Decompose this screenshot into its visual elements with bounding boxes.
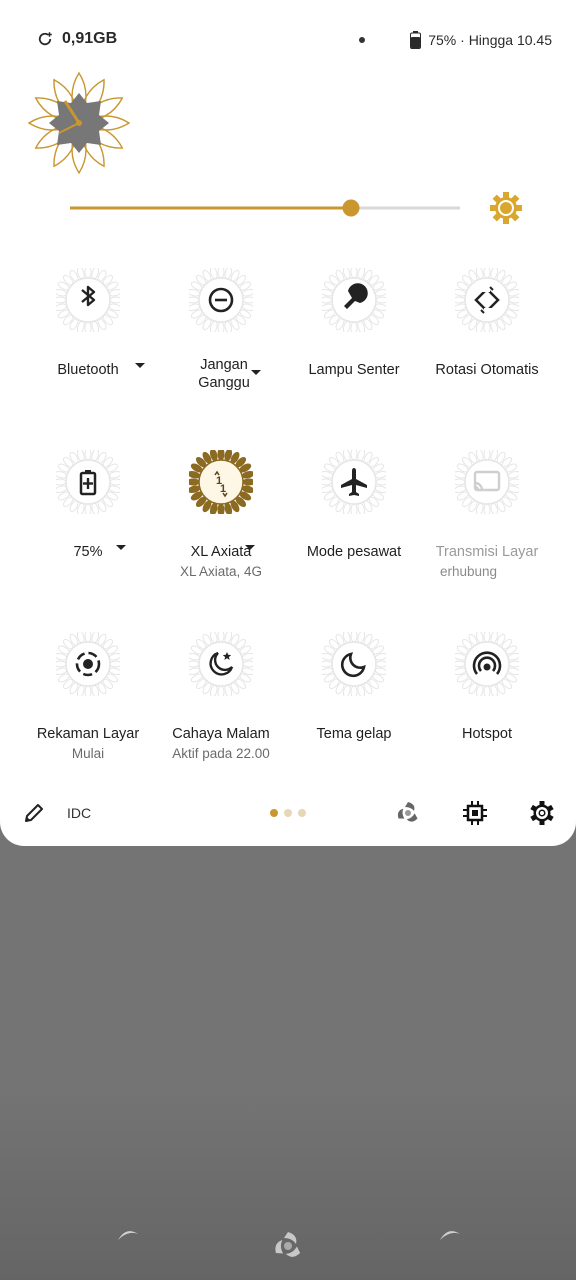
nav-recents-icon[interactable] <box>438 1228 462 1242</box>
notification-dot <box>359 37 365 43</box>
tile-label: XL Axiata <box>190 544 252 560</box>
tile-label: Rekaman Layar <box>36 726 140 742</box>
chevron-down-icon[interactable] <box>135 363 145 368</box>
tile-label: Mode pesawat <box>306 544 402 560</box>
tile-mode-pesawat[interactable]: Mode pesawat <box>288 450 420 610</box>
quick-settings-panel: 0,91GB 75% · Hingga 10.45 Bluetooth Jang… <box>0 0 576 846</box>
do-not-disturb-icon[interactable] <box>189 268 253 332</box>
tile-tema-gelap[interactable]: Tema gelap <box>288 632 420 792</box>
cast-icon[interactable] <box>455 450 519 514</box>
page-indicator-2[interactable] <box>284 809 292 817</box>
tile-hotspot[interactable]: Hotspot <box>421 632 553 792</box>
tile-label: 75% <box>73 544 103 560</box>
auto-rotate-icon[interactable] <box>455 268 519 332</box>
brightness-slider[interactable] <box>70 190 530 226</box>
tile-rotasi-otomatis[interactable]: Rotasi Otomatis <box>421 268 553 428</box>
tile-label: Rotasi Otomatis <box>435 362 539 378</box>
battery-text: 75% · Hingga 10.45 <box>428 32 552 48</box>
edit-pencil-icon[interactable] <box>22 801 46 825</box>
nav-home-icon[interactable] <box>272 1230 304 1262</box>
tile-sublabel: Aktif pada 22.00 <box>172 746 270 761</box>
flashlight-icon[interactable] <box>322 268 386 332</box>
battery-saver-icon[interactable] <box>56 450 120 514</box>
tile-sublabel: Mulai <box>71 746 105 761</box>
tile-sublabel: erhubung <box>440 564 498 579</box>
brightness-thumb[interactable] <box>342 199 360 217</box>
tile-lampu-senter[interactable]: Lampu Senter <box>288 268 420 428</box>
status-bar: 0,91GB 75% · Hingga 10.45 <box>0 22 576 58</box>
chevron-down-icon[interactable] <box>251 370 261 375</box>
tile-rekaman-layar[interactable]: Rekaman Layar Mulai <box>22 632 154 792</box>
tile-cahaya-malam[interactable]: Cahaya Malam Aktif pada 22.00 <box>155 632 287 792</box>
panel-footer: IDC <box>0 796 576 832</box>
tile-label: Lampu Senter <box>308 362 400 378</box>
swirl-logo-icon[interactable] <box>395 800 421 826</box>
tile-label: Cahaya Malam <box>172 726 270 742</box>
tile-75[interactable]: 75% <box>22 450 154 610</box>
chevron-down-icon[interactable] <box>245 545 255 550</box>
bluetooth-icon[interactable] <box>56 268 120 332</box>
tile-label: Transmisi Layar <box>435 544 539 560</box>
tile-transmisi-layar[interactable]: Transmisi Layar erhubung <box>421 450 553 610</box>
refresh-plus-icon <box>38 32 52 46</box>
battery-indicator: 75% · Hingga 10.45 <box>410 31 552 49</box>
page-indicator-1[interactable] <box>270 809 278 817</box>
tile-sublabel: XL Axiata, 4G <box>179 564 263 579</box>
storage-text: 0,91GB <box>62 30 118 47</box>
settings-gear-icon[interactable] <box>529 800 555 826</box>
chevron-down-icon[interactable] <box>116 545 126 550</box>
carrier-label: IDC <box>67 805 92 821</box>
cpu-chip-icon[interactable] <box>462 800 488 826</box>
night-light-icon[interactable] <box>189 632 253 696</box>
tile-jangan-ganggu[interactable]: Jangan Ganggu <box>155 268 287 428</box>
screen-record-icon[interactable] <box>56 632 120 696</box>
tile-label: Hotspot <box>462 726 512 742</box>
dark-theme-icon[interactable] <box>322 632 386 696</box>
page-indicator-3[interactable] <box>298 809 306 817</box>
storage-indicator: 0,91GB <box>36 30 117 48</box>
hotspot-icon[interactable] <box>455 632 519 696</box>
brightness-sun-icon[interactable] <box>490 192 522 224</box>
airplane-icon[interactable] <box>322 450 386 514</box>
tile-label: Tema gelap <box>316 726 392 742</box>
battery-icon <box>410 31 422 49</box>
mobile-data-icon[interactable]: 11 <box>189 450 253 514</box>
tile-bluetooth[interactable]: Bluetooth <box>22 268 154 428</box>
tile-xl-axiata[interactable]: 1 1 XL Axiata XL Axiata, 4G <box>155 450 287 610</box>
tile-label: Jangan Ganggu <box>198 357 250 391</box>
nav-back-icon[interactable] <box>116 1228 140 1242</box>
ornament-clock-icon <box>28 71 130 174</box>
